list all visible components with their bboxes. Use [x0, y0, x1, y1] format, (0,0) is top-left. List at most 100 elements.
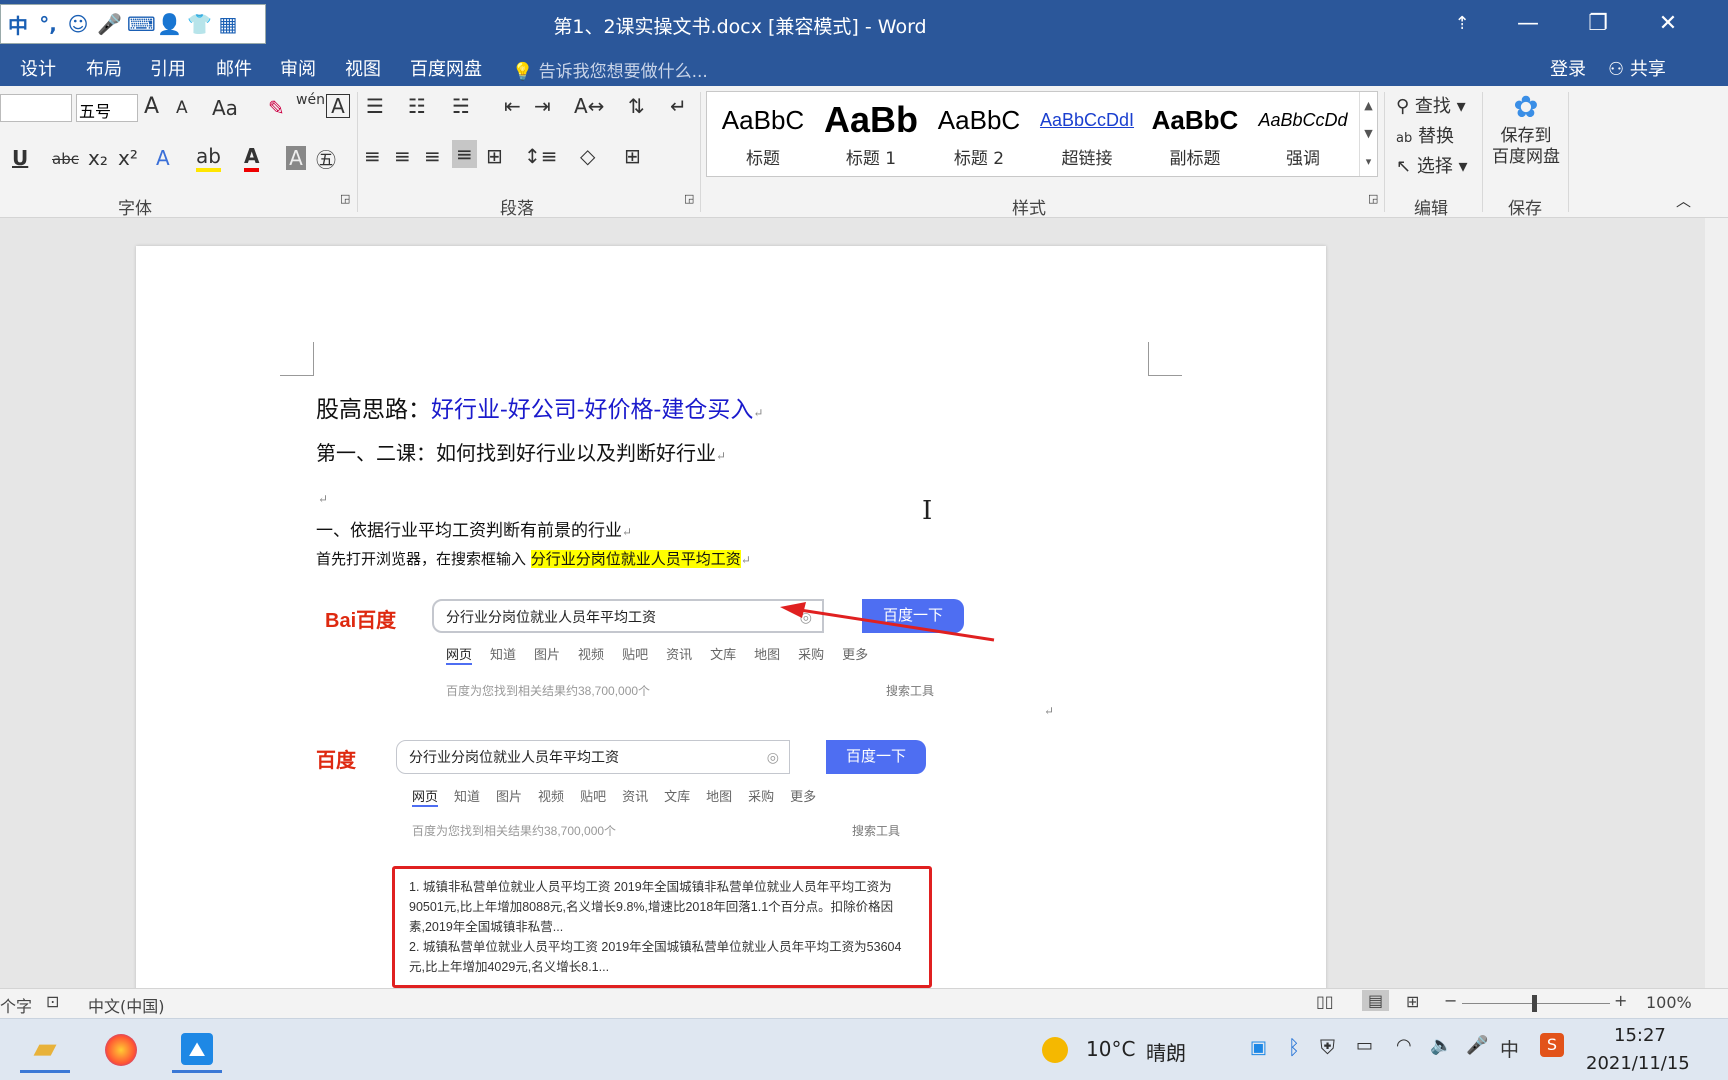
char-shading-icon[interactable]: A [286, 146, 306, 170]
maximize-button[interactable]: ❐ [1578, 8, 1618, 40]
zoom-out-button[interactable]: − [1444, 991, 1457, 1010]
align-right-icon[interactable]: ≡ [424, 144, 441, 168]
wifi-icon[interactable]: ◠ [1396, 1035, 1412, 1056]
phonetic-guide-icon[interactable]: wén [296, 92, 325, 108]
text-effects-icon[interactable]: A [156, 146, 170, 170]
weather-temp[interactable]: 10°C [1086, 1037, 1135, 1061]
show-marks-icon[interactable]: ↵ [670, 94, 687, 118]
baidu-search-input-1: 分行业分岗位就业人员年平均工资 ◎ [432, 599, 824, 633]
numbering-icon[interactable]: ☷ [408, 94, 426, 118]
sogou-icon[interactable]: S [1540, 1033, 1564, 1057]
baidu-tools-2: 搜索工具 [852, 824, 901, 838]
weather-sun-icon[interactable] [1042, 1037, 1068, 1063]
tab-review[interactable]: 审阅 [280, 55, 316, 81]
collapse-ribbon-icon[interactable]: ︿ [1676, 190, 1691, 211]
clear-format-icon[interactable]: ✎ [268, 96, 285, 120]
print-layout-icon[interactable]: ▤ [1362, 990, 1390, 1011]
weather-text[interactable]: 晴朗 [1146, 1037, 1186, 1066]
grow-font-icon[interactable]: A [144, 94, 159, 119]
style-subtitle[interactable]: AaBbC 副标题 [1141, 98, 1249, 169]
borders-icon[interactable]: ⊞ [624, 144, 641, 168]
style-emphasis[interactable]: AaBbCcDd 强调 [1249, 98, 1357, 169]
change-case-icon[interactable]: Aa [212, 96, 238, 120]
align-center-icon[interactable]: ≡ [394, 144, 411, 168]
find-button[interactable]: ⚲ 查找 ▾ [1396, 92, 1466, 118]
underline-icon[interactable]: U [12, 146, 28, 170]
font-name-box[interactable] [0, 94, 72, 122]
multilevel-list-icon[interactable]: ☵ [452, 94, 470, 118]
tab-design[interactable]: 设计 [20, 55, 56, 81]
font-color-icon[interactable]: A [244, 144, 260, 172]
line-spacing-icon[interactable]: ↕≡ [524, 144, 558, 168]
decrease-indent-icon[interactable]: ⇤ [504, 94, 521, 118]
strikethrough-icon[interactable]: abc [52, 150, 79, 168]
minimize-button[interactable]: — [1508, 8, 1548, 40]
vertical-scrollbar[interactable] [1705, 218, 1728, 988]
ribbon-display-options-button[interactable]: ⇡ [1442, 8, 1482, 40]
tell-me-box[interactable]: 💡 告诉我您想要做什么... [512, 57, 708, 82]
proofing-icon[interactable]: ⊡ [46, 992, 59, 1011]
paragraph-dialog-launcher-icon[interactable]: ◲ [684, 192, 694, 205]
distributed-icon[interactable]: ⊞ [486, 144, 503, 168]
highlight-icon[interactable]: ab [196, 144, 221, 172]
search-icon: ⚲ [1396, 96, 1410, 117]
zoom-level[interactable]: 100% [1646, 993, 1692, 1012]
style-title[interactable]: AaBbC 标题 [709, 98, 817, 169]
style-heading-2[interactable]: AaBbC 标题 2 [925, 98, 1033, 169]
style-heading-1[interactable]: AaBb 标题 1 [817, 98, 925, 169]
chinese-layout-icon[interactable]: A↔ [574, 94, 604, 118]
shading-icon[interactable]: ◇ [580, 144, 595, 168]
select-button[interactable]: ↖ 选择 ▾ [1396, 152, 1468, 178]
photos-app-icon[interactable]: ⛰ [172, 1027, 222, 1073]
save-to-baidu-button[interactable]: ✿ 保存到 百度网盘 [1488, 90, 1564, 168]
style-hyperlink[interactable]: AaBbCcDdI 超链接 [1033, 98, 1141, 169]
align-left-icon[interactable]: ≡ [364, 144, 381, 168]
sort-icon[interactable]: ⇅ [628, 94, 645, 118]
clock-time[interactable]: 15:27 [1614, 1025, 1666, 1046]
web-layout-icon[interactable]: ⊞ [1406, 992, 1419, 1011]
microphone-icon[interactable]: 🎤 [1466, 1035, 1488, 1056]
superscript-icon[interactable]: x² [118, 146, 138, 170]
increase-indent-icon[interactable]: ⇥ [534, 94, 551, 118]
login-link[interactable]: 登录 [1550, 55, 1586, 81]
security-shield-icon[interactable]: ⛨ [1320, 1035, 1335, 1059]
tab-references[interactable]: 引用 [150, 55, 186, 81]
bluetooth-icon[interactable]: ᛒ [1288, 1035, 1300, 1059]
share-button[interactable]: ⚇ 共享 [1608, 55, 1666, 81]
zoom-slider-thumb[interactable] [1532, 995, 1537, 1012]
close-button[interactable]: ✕ [1648, 8, 1688, 40]
tray-photos-icon[interactable]: ▣ [1250, 1037, 1267, 1058]
read-mode-icon[interactable]: ▯▯ [1316, 992, 1334, 1011]
language-indicator[interactable]: 中文(中国) [88, 993, 165, 1017]
styles-scroll[interactable]: ▲ ▼ ▾ [1359, 92, 1377, 176]
styles-dialog-launcher-icon[interactable]: ◲ [1368, 192, 1378, 205]
shrink-font-icon[interactable]: A [176, 98, 188, 118]
volume-icon[interactable]: 🔈 [1430, 1035, 1452, 1056]
replace-icon: ab [1396, 131, 1413, 146]
firefox-icon[interactable] [96, 1027, 146, 1073]
enclose-char-icon[interactable]: ㊄ [316, 144, 336, 173]
heading-line-1: 股高思路：好行业-好公司-好价格-建仓买入↵ [316, 397, 764, 423]
font-dialog-launcher-icon[interactable]: ◲ [340, 192, 350, 205]
tab-layout[interactable]: 布局 [86, 55, 122, 81]
ime-indicator[interactable]: 中 [1500, 1035, 1519, 1062]
replace-button[interactable]: ab 替换 [1396, 122, 1454, 148]
justify-icon[interactable]: ≡ [452, 140, 477, 168]
tab-view[interactable]: 视图 [345, 55, 381, 81]
font-size-box[interactable]: 五号 [76, 94, 138, 122]
search-result-2: 2. 城镇私营单位就业人员平均工资 2019年全国城镇私营单位就业人员年平均工资… [409, 940, 902, 974]
subscript-icon[interactable]: x₂ [88, 146, 108, 170]
cursor-icon: ↖ [1396, 156, 1412, 177]
battery-icon[interactable]: ▭ [1356, 1035, 1373, 1056]
edit-group-label: 编辑 [1414, 199, 1448, 219]
tab-baidu-netdisk[interactable]: 百度网盘 [410, 55, 482, 81]
person-icon: ⚇ [1608, 59, 1625, 80]
char-border-icon[interactable]: A [326, 94, 350, 118]
clock-date[interactable]: 2021/11/15 [1586, 1053, 1690, 1074]
zoom-in-button[interactable]: + [1614, 991, 1627, 1010]
word-count[interactable]: 个字 [0, 993, 32, 1017]
tab-mailings[interactable]: 邮件 [216, 55, 252, 81]
document-page[interactable]: 股高思路：好行业-好公司-好价格-建仓买入↵ 第一、二课：如何找到好行业以及判断… [136, 246, 1326, 988]
bullets-icon[interactable]: ☰ [366, 94, 384, 118]
file-explorer-icon[interactable]: ▰ [20, 1027, 70, 1073]
